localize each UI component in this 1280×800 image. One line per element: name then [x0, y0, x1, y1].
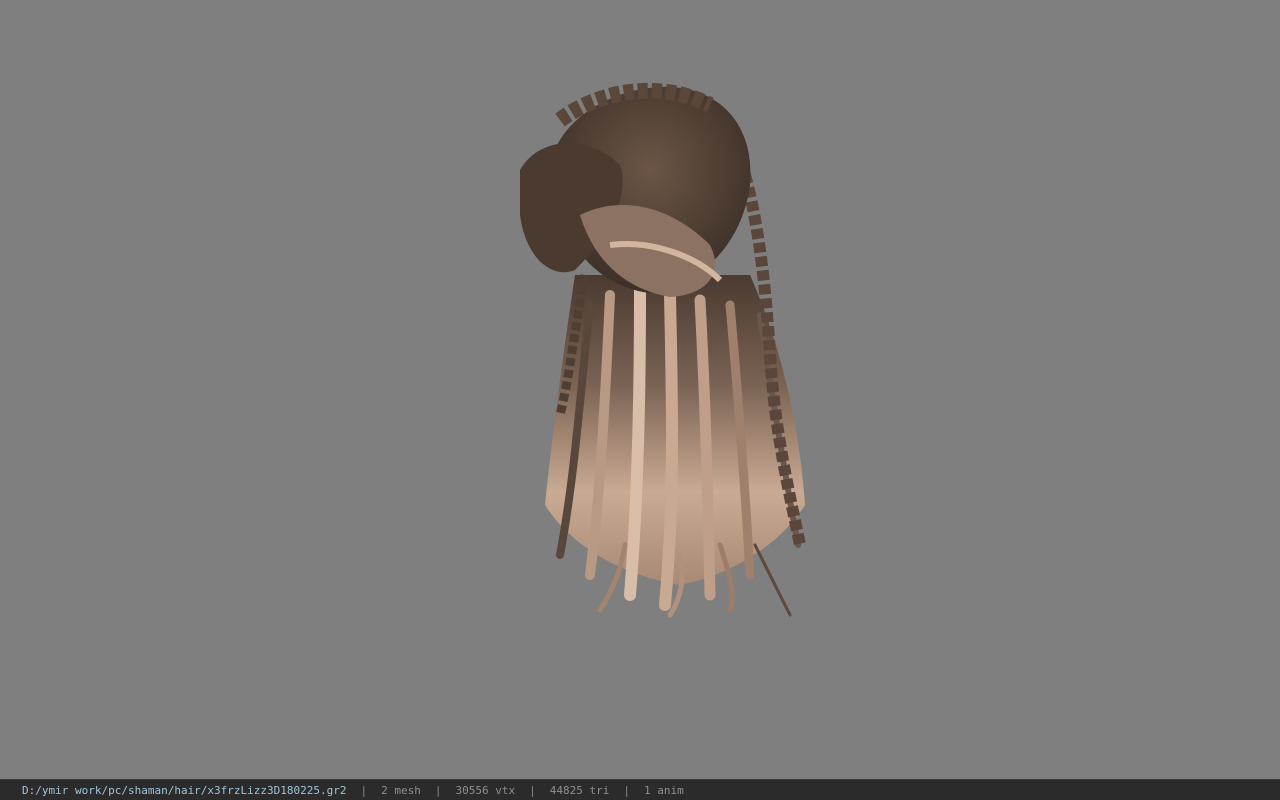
file-path: D:/ymir work/pc/shaman/hair/x3frzLizz3D1…: [22, 783, 347, 797]
status-bar: D:/ymir work/pc/shaman/hair/x3frzLizz3D1…: [0, 779, 1280, 800]
3d-viewport[interactable]: [0, 0, 1280, 779]
animation-count: 1 anim: [643, 783, 684, 797]
separator: |: [529, 783, 536, 797]
separator: |: [434, 783, 442, 797]
vertex-count: 30556 vtx: [455, 783, 516, 797]
separator: |: [360, 783, 368, 797]
triangle-count: 44825 tri: [549, 783, 610, 797]
separator: |: [623, 783, 630, 797]
mesh-count: 2 mesh: [381, 783, 421, 797]
hair-model-render: [520, 82, 806, 618]
